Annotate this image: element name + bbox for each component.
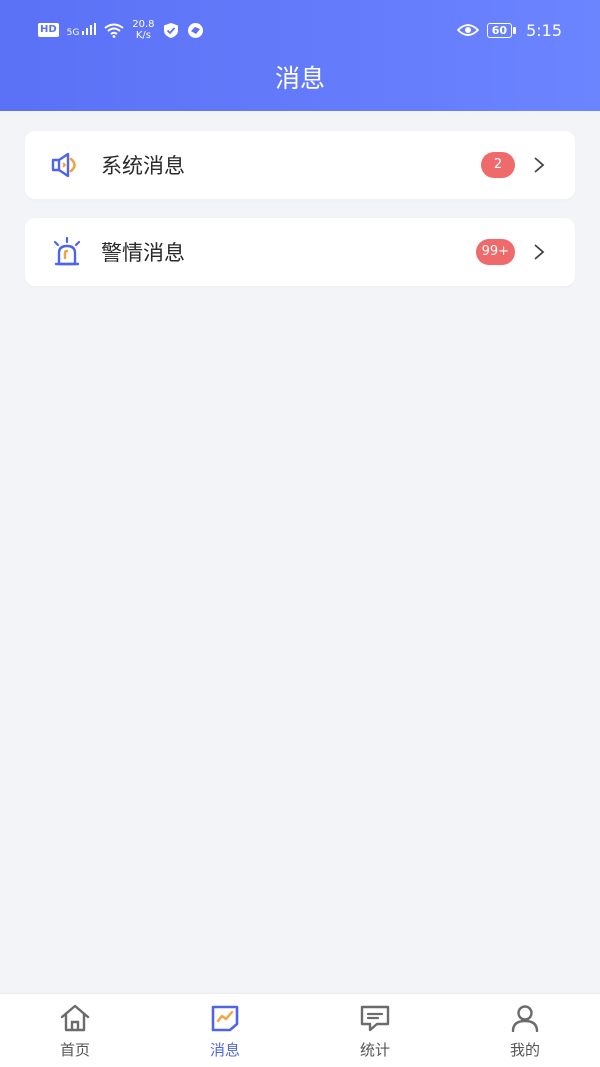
- home-icon: [59, 1003, 91, 1033]
- chat-bubble-icon: [359, 1003, 391, 1033]
- tab-mine-label: 我的: [509, 1041, 540, 1059]
- system-message-item[interactable]: 系统消息 2: [25, 131, 575, 199]
- alarm-message-item[interactable]: 警情消息 99+: [25, 218, 575, 286]
- megaphone-icon: [49, 147, 85, 183]
- hd-indicator: HD: [38, 23, 59, 37]
- system-message-label: 系统消息: [101, 154, 185, 178]
- chevron-right-icon: [533, 243, 547, 261]
- shield-check-icon: [163, 22, 178, 38]
- tab-messages-label: 消息: [209, 1041, 240, 1059]
- signal-indicator: 5G: [66, 22, 97, 38]
- status-right: 60 5:15: [456, 20, 562, 40]
- status-bar: HD 5G 20.8 K/s 60 5:15: [0, 0, 600, 60]
- wifi-icon: [104, 23, 124, 38]
- alarm-light-icon: [49, 234, 85, 270]
- signal-label: 5G: [66, 27, 80, 38]
- user-icon: [509, 1003, 541, 1033]
- chevron-right-icon: [533, 156, 547, 174]
- signal-bars-icon: [82, 22, 97, 35]
- battery-indicator: 60: [486, 22, 517, 38]
- tab-statistics[interactable]: 统计: [300, 994, 450, 1067]
- status-time: 5:15: [526, 20, 562, 40]
- bottom-tab-bar: 首页 消息 统计 我的: [0, 993, 600, 1067]
- page-title: 消息: [274, 64, 325, 93]
- tab-statistics-label: 统计: [359, 1041, 390, 1059]
- status-left: HD 5G 20.8 K/s: [38, 19, 204, 41]
- alarm-message-label: 警情消息: [101, 241, 185, 265]
- system-message-badge: 2: [481, 152, 515, 178]
- alarm-message-badge: 99+: [475, 239, 515, 265]
- app-notification-icon: [187, 22, 203, 38]
- tab-home-label: 首页: [59, 1041, 90, 1059]
- header: HD 5G 20.8 K/s 60 5:15 消息: [0, 0, 600, 111]
- net-speed: 20.8 K/s: [132, 19, 155, 41]
- tab-mine[interactable]: 我的: [450, 994, 600, 1067]
- message-note-icon: [209, 1003, 241, 1033]
- eye-icon: [456, 24, 479, 36]
- tab-messages[interactable]: 消息: [150, 994, 300, 1067]
- tab-home[interactable]: 首页: [0, 994, 150, 1067]
